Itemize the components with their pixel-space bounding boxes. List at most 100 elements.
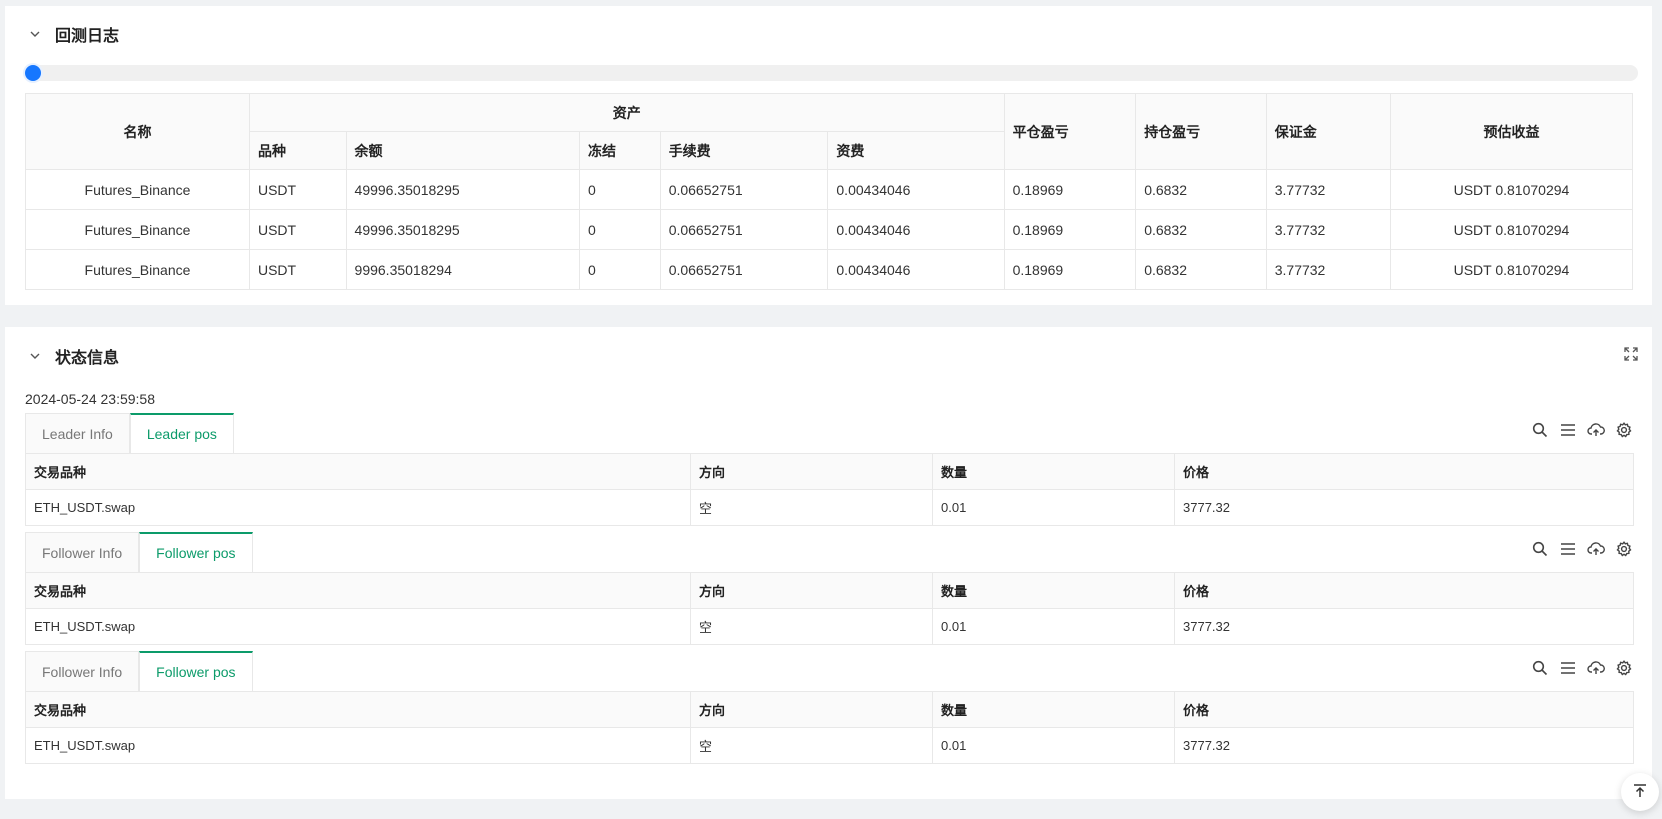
cell-frozen: 0: [579, 169, 661, 210]
back-to-top-icon: [1632, 783, 1648, 802]
cell-amount: 0.01: [932, 608, 1175, 645]
tab-bar: Follower Info Follower pos: [25, 532, 1633, 572]
cell-direction: 空: [690, 608, 933, 645]
tab-follower-pos[interactable]: Follower pos: [139, 532, 253, 572]
table-toolbar: [1531, 421, 1633, 439]
col-header-direction: 方向: [690, 691, 933, 728]
col-header-amount: 数量: [932, 453, 1175, 490]
cell-currency: USDT: [248, 209, 347, 250]
status-info-title: 状态信息: [55, 350, 120, 367]
cell-currency: USDT: [248, 249, 347, 290]
cell-funding: 0.00434046: [827, 249, 1005, 290]
gear-icon[interactable]: [1615, 659, 1633, 677]
cell-hold-pnl: 0.6832: [1135, 169, 1267, 210]
progress-slider[interactable]: [25, 65, 1638, 81]
cell-currency: USDT: [248, 169, 347, 210]
list-icon[interactable]: [1559, 540, 1577, 558]
col-header-assets: 资产: [248, 93, 1005, 132]
col-header-currency: 品种: [248, 131, 347, 170]
col-header-margin: 保证金: [1265, 93, 1391, 170]
col-header-amount: 数量: [932, 572, 1175, 609]
tab-follower-info[interactable]: Follower Info: [25, 532, 140, 572]
cell-symbol: ETH_USDT.swap: [25, 727, 691, 764]
cell-fee: 0.06652751: [659, 249, 829, 290]
col-header-price: 价格: [1174, 691, 1634, 728]
cloud-upload-icon[interactable]: [1587, 659, 1605, 677]
tab-leader-info[interactable]: Leader Info: [25, 413, 130, 453]
cloud-upload-icon[interactable]: [1587, 540, 1605, 558]
cell-symbol: ETH_USDT.swap: [25, 489, 691, 526]
status-info-panel: 状态信息 2024-05-24 23:59:58 Leader Info Lea…: [5, 327, 1652, 799]
table-row: ETH_USDT.swap 空 0.01 3777.32: [25, 489, 1634, 526]
cell-funding: 0.00434046: [827, 209, 1005, 250]
cell-margin: 3.77732: [1265, 169, 1391, 210]
cell-price: 3777.32: [1174, 727, 1634, 764]
list-icon[interactable]: [1559, 659, 1577, 677]
cell-balance: 49996.35018295: [345, 209, 581, 250]
cell-fee: 0.06652751: [659, 169, 829, 210]
col-header-symbol: 交易品种: [25, 453, 691, 490]
cell-margin: 3.77732: [1265, 209, 1391, 250]
table-row: Futures_Binance USDT 9996.35018294 0 0.0…: [25, 249, 1634, 290]
cell-balance: 9996.35018294: [345, 249, 581, 290]
chevron-down-icon[interactable]: [25, 346, 45, 366]
table-toolbar: [1531, 540, 1633, 558]
status-info-header[interactable]: 状态信息: [25, 344, 119, 368]
gear-icon[interactable]: [1615, 540, 1633, 558]
cell-symbol: ETH_USDT.swap: [25, 608, 691, 645]
backtest-log-title: 回测日志: [55, 28, 120, 45]
back-to-top-button[interactable]: [1621, 773, 1659, 811]
col-header-balance: 余额: [345, 131, 581, 170]
cell-frozen: 0: [579, 209, 661, 250]
col-header-direction: 方向: [690, 453, 933, 490]
gear-icon[interactable]: [1615, 421, 1633, 439]
col-header-close-pnl: 平仓盈亏: [1003, 93, 1137, 170]
expand-icon[interactable]: [1624, 347, 1638, 361]
col-header-direction: 方向: [690, 572, 933, 609]
cell-est-profit: USDT 0.81070294: [1389, 209, 1634, 250]
col-header-symbol: 交易品种: [25, 691, 691, 728]
leader-block: Leader Info Leader pos 交易品种 方向 数量 价格 ETH…: [25, 413, 1634, 526]
tab-leader-pos[interactable]: Leader pos: [129, 413, 234, 453]
cell-amount: 0.01: [932, 489, 1175, 526]
tab-bar: Follower Info Follower pos: [25, 651, 1633, 691]
cell-name: Futures_Binance: [25, 209, 250, 250]
table-row: Futures_Binance USDT 49996.35018295 0 0.…: [25, 169, 1634, 210]
col-header-est-profit: 预估收益: [1389, 93, 1634, 170]
cell-name: Futures_Binance: [25, 169, 250, 210]
table-row: Futures_Binance USDT 49996.35018295 0 0.…: [25, 209, 1634, 250]
cell-funding: 0.00434046: [827, 169, 1005, 210]
search-icon[interactable]: [1531, 659, 1549, 677]
cell-margin: 3.77732: [1265, 249, 1391, 290]
chevron-down-icon[interactable]: [25, 24, 45, 44]
col-header-name: 名称: [25, 93, 250, 170]
table-toolbar: [1531, 659, 1633, 677]
cell-frozen: 0: [579, 249, 661, 290]
cell-close-pnl: 0.18969: [1003, 209, 1137, 250]
cell-est-profit: USDT 0.81070294: [1389, 169, 1634, 210]
col-header-hold-pnl: 持仓盈亏: [1135, 93, 1267, 170]
tab-follower-pos[interactable]: Follower pos: [139, 651, 253, 691]
cell-direction: 空: [690, 489, 933, 526]
cell-fee: 0.06652751: [659, 209, 829, 250]
table-row: ETH_USDT.swap 空 0.01 3777.32: [25, 727, 1634, 764]
col-header-price: 价格: [1174, 453, 1634, 490]
cell-name: Futures_Binance: [25, 249, 250, 290]
asset-table: 名称 资产 平仓盈亏 持仓盈亏 保证金 预估收益 品种 余额 冻结 手续费 资费…: [25, 93, 1634, 290]
search-icon[interactable]: [1531, 421, 1549, 439]
cell-hold-pnl: 0.6832: [1135, 209, 1267, 250]
follower-pos-table: 交易品种 方向 数量 价格 ETH_USDT.swap 空 0.01 3777.…: [25, 572, 1634, 645]
status-timestamp: 2024-05-24 23:59:58: [25, 391, 155, 407]
cell-direction: 空: [690, 727, 933, 764]
follower-pos-table: 交易品种 方向 数量 价格 ETH_USDT.swap 空 0.01 3777.…: [25, 691, 1634, 764]
search-icon[interactable]: [1531, 540, 1549, 558]
backtest-log-panel: 回测日志 名称 资产 平仓盈亏 持仓盈亏 保证金 预估收益 品种 余额 冻结 手…: [5, 6, 1652, 305]
slider-handle[interactable]: [25, 65, 41, 81]
backtest-log-header[interactable]: 回测日志: [25, 22, 119, 46]
cloud-upload-icon[interactable]: [1587, 421, 1605, 439]
cell-est-profit: USDT 0.81070294: [1389, 249, 1634, 290]
list-icon[interactable]: [1559, 421, 1577, 439]
col-header-symbol: 交易品种: [25, 572, 691, 609]
follower-block: Follower Info Follower pos 交易品种 方向 数量 价格…: [25, 651, 1634, 764]
tab-follower-info[interactable]: Follower Info: [25, 651, 140, 691]
